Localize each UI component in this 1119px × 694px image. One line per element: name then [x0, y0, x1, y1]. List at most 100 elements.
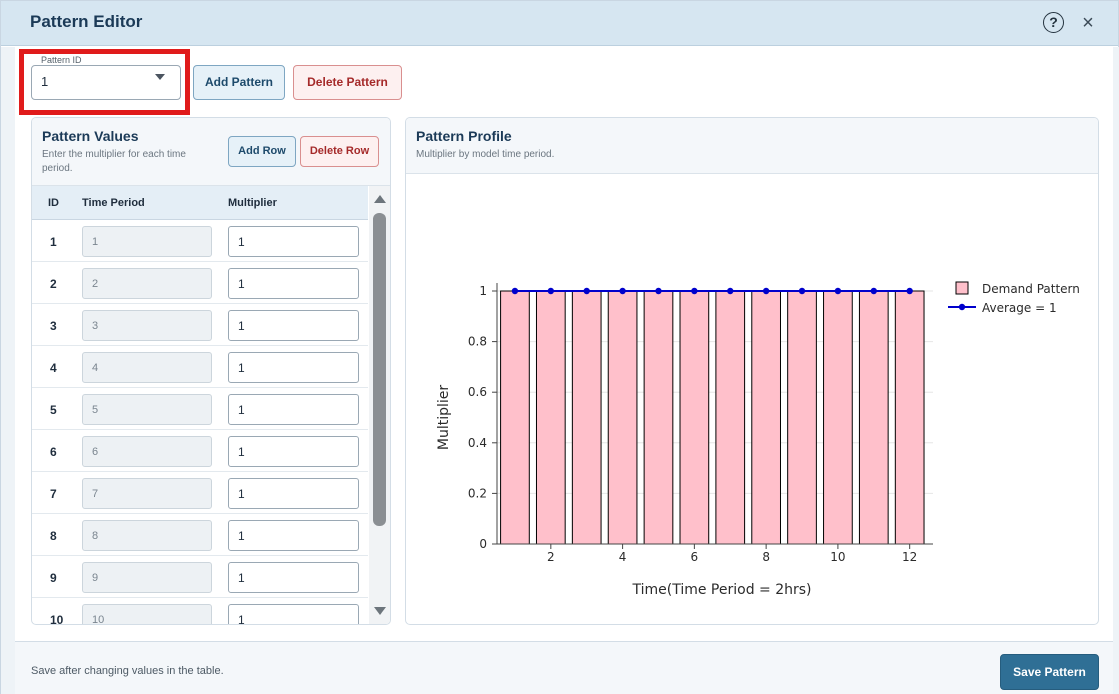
average-point: [762, 287, 770, 295]
footer-note: Save after changing values in the table.: [31, 665, 224, 677]
multiplier-input[interactable]: 1: [228, 604, 359, 624]
pattern-profile-title: Pattern Profile: [416, 128, 512, 144]
bar: [535, 290, 566, 545]
pattern-profile-header: Pattern Profile Multiplier by model time…: [406, 118, 1098, 174]
pattern-id-label: Pattern ID: [39, 55, 84, 65]
pattern-profile-chart: 00.20.40.60.812 4 6 8 10 12Time(Time Period =…: [436, 281, 1080, 598]
add-pattern-button[interactable]: Add Pattern: [193, 65, 285, 100]
y-axis-title: Multiplier: [436, 385, 452, 451]
row-id: 1: [50, 235, 57, 249]
add-row-button[interactable]: Add Row: [228, 136, 296, 167]
multiplier-input[interactable]: 1: [228, 310, 359, 341]
pattern-profile-subtitle: Multiplier by model time period.: [416, 149, 555, 160]
table-header: ID Time Period Multiplier: [32, 186, 368, 220]
legend-label: Average = 1: [982, 301, 1057, 315]
average-point: [727, 287, 734, 295]
average-point: [870, 287, 877, 295]
row-id: 5: [50, 403, 57, 417]
left-gutter: [1, 47, 15, 694]
bar: [894, 290, 925, 545]
bar: [500, 290, 530, 545]
bar: [643, 290, 674, 545]
column-header-multiplier: Multiplier: [228, 197, 277, 209]
average-point: [906, 287, 913, 295]
table-row: 331: [32, 304, 368, 346]
time-period-field: 9: [82, 562, 212, 593]
pattern-id-value: 1: [41, 74, 49, 89]
x-tick-label: 2: [547, 550, 555, 564]
delete-pattern-button[interactable]: Delete Pattern: [293, 65, 402, 100]
row-id: 4: [50, 361, 57, 375]
table-row: 771: [32, 472, 368, 514]
multiplier-input[interactable]: 1: [228, 226, 359, 257]
help-icon[interactable]: ?: [1043, 12, 1064, 33]
y-tick-label: 0: [479, 537, 487, 551]
bar: [571, 290, 602, 545]
multiplier-input[interactable]: 1: [228, 268, 359, 299]
row-id: 8: [50, 529, 57, 543]
time-period-field: 10: [82, 604, 212, 624]
bar: [679, 290, 710, 545]
legend-swatch-bar: [955, 281, 969, 295]
save-pattern-button[interactable]: Save Pattern: [1000, 654, 1099, 690]
legend-swatch-marker: [958, 303, 966, 311]
y-tick-label: 0.4: [468, 436, 487, 450]
multiplier-input[interactable]: 1: [228, 436, 359, 467]
chevron-down-icon[interactable]: [155, 74, 165, 80]
row-id: 3: [50, 319, 57, 333]
x-tick-label: 6: [691, 550, 699, 564]
pattern-values-panel: Pattern Values Enter the multiplier for …: [31, 117, 391, 625]
y-tick-label: 0.2: [468, 486, 487, 500]
pattern-editor-modal: Pattern Editor ? × Pattern ID 1 Add Patt…: [0, 0, 1119, 694]
modal-title: Pattern Editor: [30, 12, 143, 31]
delete-row-button[interactable]: Delete Row: [300, 136, 379, 167]
bar: [607, 290, 638, 545]
scroll-down-icon[interactable]: [374, 607, 386, 615]
row-id: 9: [50, 571, 57, 585]
time-period-field: 4: [82, 352, 212, 383]
time-period-field: 3: [82, 310, 212, 341]
average-point: [619, 287, 626, 295]
modal-header: Pattern Editor ? ×: [1, 1, 1118, 46]
table-row: 441: [32, 346, 368, 388]
scroll-up-icon[interactable]: [374, 195, 386, 203]
pattern-id-select[interactable]: [31, 65, 181, 100]
time-period-field: 6: [82, 436, 212, 467]
y-tick-label: 0.6: [468, 385, 487, 399]
table-row: 881: [32, 514, 368, 556]
average-point: [547, 287, 555, 295]
scrollbar-thumb[interactable]: [373, 213, 386, 526]
close-icon[interactable]: ×: [1079, 13, 1097, 33]
table-body: 1 1 1 2 2 1 3 3 1 4 4 1 5 5 1 6 6 1 7 7 1 8 8 1 9 9 1 10 10 1: [32, 220, 368, 625]
bar: [715, 290, 746, 545]
pattern-values-header: Pattern Values Enter the multiplier for …: [32, 118, 390, 186]
average-point: [583, 287, 590, 295]
y-tick-label: 0.8: [468, 335, 487, 349]
legend-label: Demand Pattern: [982, 282, 1080, 296]
row-id: 10: [50, 613, 64, 625]
pattern-values-subtitle: Enter the multiplier for each time perio…: [42, 149, 186, 174]
multiplier-input[interactable]: 1: [228, 478, 359, 509]
average-point: [691, 287, 698, 295]
average-point: [511, 287, 519, 295]
average-point: [834, 287, 842, 295]
table-row: 551: [32, 388, 368, 430]
table-row: 991: [32, 556, 368, 598]
x-tick-label: 4: [619, 550, 627, 564]
time-period-field: 8: [82, 520, 212, 551]
time-period-field: 7: [82, 478, 212, 509]
row-id: 7: [50, 487, 57, 501]
table-row: 111: [32, 220, 368, 262]
table-row: 661: [32, 430, 368, 472]
multiplier-input[interactable]: 1: [228, 520, 359, 551]
row-id: 6: [50, 445, 57, 459]
multiplier-input[interactable]: 1: [228, 394, 359, 425]
y-tick-label: 1: [479, 284, 487, 298]
average-point: [655, 287, 662, 295]
average-point: [798, 287, 806, 295]
modal-footer: Save after changing values in the table.…: [15, 641, 1113, 694]
column-header-id: ID: [48, 197, 59, 209]
right-gutter: [1113, 47, 1119, 694]
multiplier-input[interactable]: 1: [228, 562, 359, 593]
multiplier-input[interactable]: 1: [228, 352, 359, 383]
